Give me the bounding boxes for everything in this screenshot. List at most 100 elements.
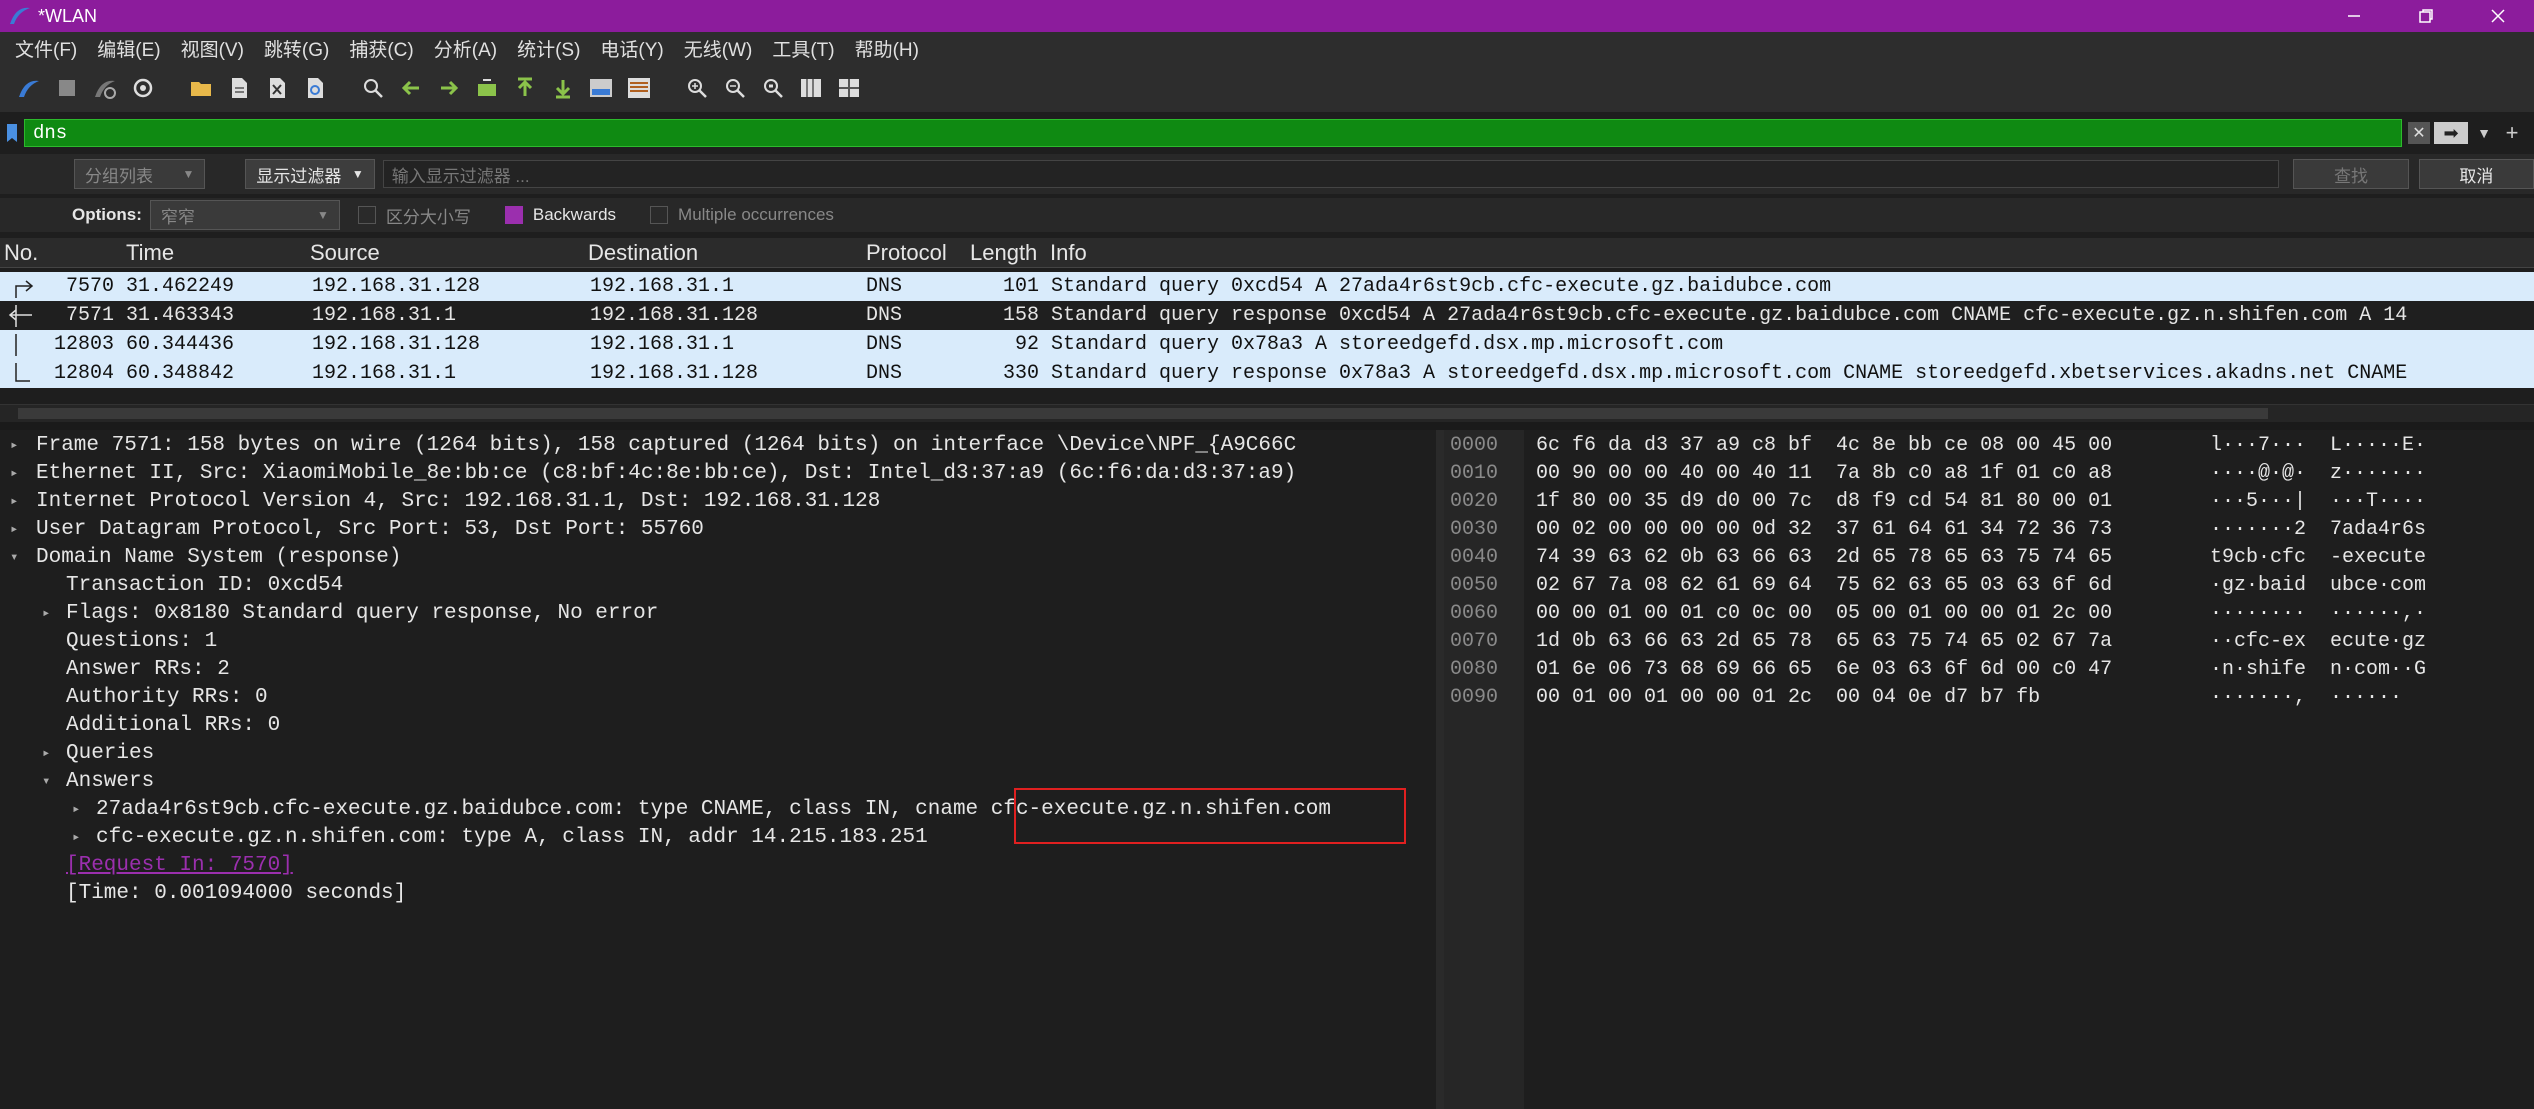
- tree-item-flags[interactable]: ▸ Flags: 0x8180 Standard query response, …: [0, 600, 1436, 628]
- expand-arrow-icon[interactable]: ▸: [10, 516, 18, 544]
- open-folder-icon[interactable]: [186, 73, 216, 103]
- first-packet-icon[interactable]: [510, 73, 540, 103]
- menu-file[interactable]: 文件(F): [15, 35, 77, 62]
- packet-row[interactable]: 7570 31.462249 192.168.31.128 192.168.31…: [0, 272, 2534, 301]
- apply-filter-icon[interactable]: ➡: [2434, 122, 2468, 144]
- hex-bytes[interactable]: 01 6e 06 73 68 69 66 65 6e 03 63 6f 6d 0…: [1536, 656, 2112, 684]
- hex-bytes[interactable]: 6c f6 da d3 37 a9 c8 bf 4c 8e bb ce 08 0…: [1536, 432, 2112, 460]
- multiple-occurrences-checkbox[interactable]: [650, 206, 669, 224]
- find-button[interactable]: 查找: [2293, 159, 2409, 189]
- zoom-reset-icon[interactable]: [758, 73, 788, 103]
- find-input[interactable]: 输入显示过滤器 ...: [382, 160, 2280, 188]
- hex-ascii[interactable]: ········ ······,·: [2210, 600, 2426, 628]
- bookmark-icon[interactable]: [0, 119, 24, 147]
- tree-item-time[interactable]: [Time: 0.001094000 seconds]: [0, 880, 1436, 908]
- restart-icon[interactable]: [90, 73, 120, 103]
- hex-ascii[interactable]: ·······2 7ada4r6s: [2210, 516, 2426, 544]
- tree-item-ipv4[interactable]: ▸ Internet Protocol Version 4, Src: 192.1…: [0, 488, 1436, 516]
- layout-icon[interactable]: [834, 73, 864, 103]
- hex-bytes[interactable]: 1d 0b 63 66 63 2d 65 78 65 63 75 74 65 0…: [1536, 628, 2112, 656]
- scrollbar-thumb[interactable]: [18, 408, 2268, 419]
- tree-item-ethernet[interactable]: ▸ Ethernet II, Src: XiaomiMobile_8e:bb:ce…: [0, 460, 1436, 488]
- close-file-icon[interactable]: [262, 73, 292, 103]
- display-filter-input[interactable]: dns: [24, 119, 2402, 147]
- restore-icon[interactable]: [2390, 0, 2462, 32]
- forward-arrow-icon[interactable]: [434, 73, 464, 103]
- menu-statistics[interactable]: 统计(S): [517, 35, 580, 62]
- packet-row[interactable]: 12803 60.344436 192.168.31.128 192.168.3…: [0, 330, 2534, 359]
- back-arrow-icon[interactable]: [396, 73, 426, 103]
- expand-arrow-icon[interactable]: ▸: [42, 600, 50, 628]
- clear-filter-icon[interactable]: ✕: [2408, 122, 2430, 144]
- expand-arrow-icon[interactable]: ▸: [72, 796, 80, 824]
- menu-help[interactable]: 帮助(H): [855, 35, 919, 62]
- shark-fin-start-icon[interactable]: [14, 73, 44, 103]
- column-header-time[interactable]: Time: [126, 240, 174, 266]
- autoscroll-icon[interactable]: [586, 73, 616, 103]
- vertical-splitter[interactable]: [1436, 430, 1444, 1109]
- hex-bytes[interactable]: 00 90 00 00 40 00 40 11 7a 8b c0 a8 1f 0…: [1536, 460, 2112, 488]
- hex-ascii[interactable]: t9cb·cfc -execute: [2210, 544, 2426, 572]
- tree-item-frame[interactable]: ▸ Frame 7571: 158 bytes on wire (1264 bit…: [0, 432, 1436, 460]
- hex-ascii[interactable]: ·······, ······: [2210, 684, 2402, 712]
- colorize-icon[interactable]: [624, 73, 654, 103]
- hex-ascii[interactable]: ··cfc-ex ecute·gz: [2210, 628, 2426, 656]
- hex-ascii[interactable]: ·gz·baid ubce·com: [2210, 572, 2426, 600]
- goto-packet-icon[interactable]: [472, 73, 502, 103]
- expand-arrow-icon[interactable]: ▸: [42, 740, 50, 768]
- menu-analyze[interactable]: 分析(A): [434, 35, 497, 62]
- search-scope-select[interactable]: 分组列表 ▼: [74, 159, 206, 189]
- resize-columns-icon[interactable]: [796, 73, 826, 103]
- column-header-destination[interactable]: Destination: [588, 240, 698, 266]
- tree-item-questions[interactable]: Questions: 1: [0, 628, 1436, 656]
- tree-item-additional-rrs[interactable]: Additional RRs: 0: [0, 712, 1436, 740]
- tree-item-answer-cname[interactable]: ▸ 27ada4r6st9cb.cfc-execute.gz.baidubce.c…: [0, 796, 1436, 824]
- packet-row-selected[interactable]: 7571 31.463343 192.168.31.1 192.168.31.1…: [0, 301, 2534, 330]
- column-header-length[interactable]: Length: [970, 240, 1037, 266]
- tree-item-answer-rrs[interactable]: Answer RRs: 2: [0, 656, 1436, 684]
- hex-bytes[interactable]: 02 67 7a 08 62 61 69 64 75 62 63 65 03 6…: [1536, 572, 2112, 600]
- search-type-select[interactable]: 显示过滤器 ▼: [245, 159, 375, 189]
- column-header-source[interactable]: Source: [310, 240, 380, 266]
- cancel-button[interactable]: 取消: [2418, 159, 2534, 189]
- menu-view[interactable]: 视图(V): [181, 35, 244, 62]
- menu-capture[interactable]: 捕获(C): [349, 35, 413, 62]
- hex-bytes[interactable]: 00 00 01 00 01 c0 0c 00 05 00 01 00 00 0…: [1536, 600, 2112, 628]
- request-in-link[interactable]: [Request In: 7570]: [66, 852, 293, 880]
- hex-ascii[interactable]: l···7··· L·····E·: [2210, 432, 2426, 460]
- minimize-icon[interactable]: [2318, 0, 2390, 32]
- stop-icon[interactable]: [52, 73, 82, 103]
- column-header-info[interactable]: Info: [1050, 240, 1087, 266]
- hex-ascii[interactable]: ····@·@· z·······: [2210, 460, 2426, 488]
- tree-item-answer-a[interactable]: ▸ cfc-execute.gz.n.shifen.com: type A, cl…: [0, 824, 1436, 852]
- hex-bytes[interactable]: 00 01 00 01 00 00 01 2c 00 04 0e d7 b7 f…: [1536, 684, 2040, 712]
- menu-telephony[interactable]: 电话(Y): [600, 35, 663, 62]
- search-icon[interactable]: [358, 73, 388, 103]
- menu-edit[interactable]: 编辑(E): [97, 35, 160, 62]
- column-header-no[interactable]: No.: [4, 240, 38, 266]
- hex-ascii[interactable]: ·n·shife n·com··G: [2210, 656, 2426, 684]
- tree-item-answers[interactable]: ▾ Answers: [0, 768, 1436, 796]
- tree-item-authority-rrs[interactable]: Authority RRs: 0: [0, 684, 1436, 712]
- hex-ascii[interactable]: ···5···| ···T····: [2210, 488, 2426, 516]
- tree-item-transaction-id[interactable]: Transaction ID: 0xcd54: [0, 572, 1436, 600]
- expand-arrow-icon[interactable]: ▸: [10, 460, 18, 488]
- expand-arrow-icon[interactable]: ▸: [10, 488, 18, 516]
- close-icon[interactable]: [2462, 0, 2534, 32]
- tree-item-queries[interactable]: ▸ Queries: [0, 740, 1436, 768]
- hex-bytes[interactable]: 1f 80 00 35 d9 d0 00 7c d8 f9 cd 54 81 8…: [1536, 488, 2112, 516]
- menu-tools[interactable]: 工具(T): [772, 35, 834, 62]
- backwards-checkbox[interactable]: [504, 206, 523, 224]
- collapse-arrow-icon[interactable]: ▾: [10, 544, 18, 572]
- pane-splitter[interactable]: [0, 422, 2534, 430]
- case-sensitive-checkbox[interactable]: [357, 206, 376, 224]
- expand-arrow-icon[interactable]: ▸: [72, 824, 80, 852]
- tree-item-dns[interactable]: ▾ Domain Name System (response): [0, 544, 1436, 572]
- add-filter-button-icon[interactable]: +: [2500, 120, 2524, 146]
- reload-icon[interactable]: [300, 73, 330, 103]
- column-header-protocol[interactable]: Protocol: [866, 240, 947, 266]
- zoom-out-icon[interactable]: [720, 73, 750, 103]
- packet-row[interactable]: 12804 60.348842 192.168.31.1 192.168.31.…: [0, 359, 2534, 388]
- options-gear-icon[interactable]: [128, 73, 158, 103]
- save-file-icon[interactable]: [224, 73, 254, 103]
